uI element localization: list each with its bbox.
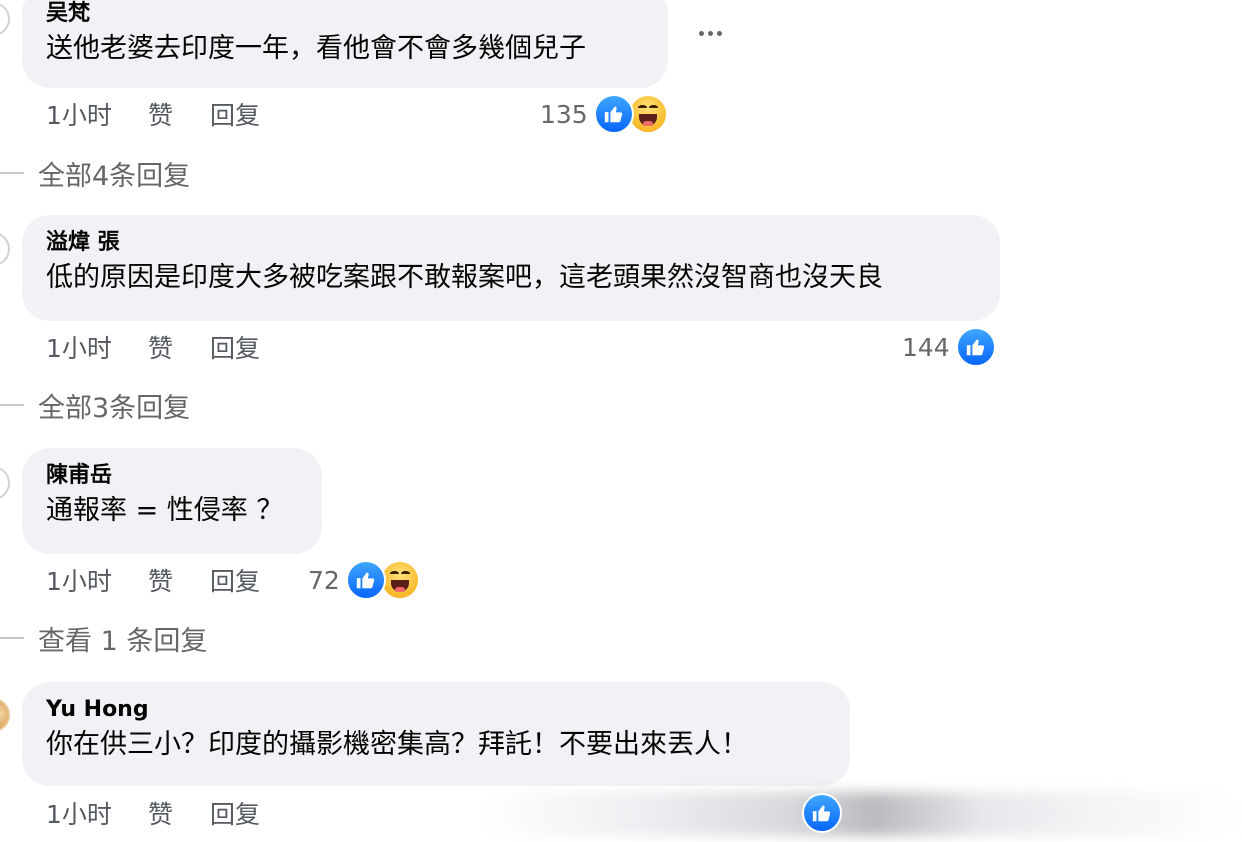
like-button[interactable]: 赞 [148,562,210,598]
like-button[interactable]: 赞 [148,329,210,365]
blurred-overlay [480,792,1240,836]
comment-actions: 1小时 赞 回复 [46,563,260,597]
reply-button[interactable]: 回复 [210,96,260,132]
reply-thread-line [0,637,24,639]
comment-author[interactable]: 陳甫岳 [46,462,298,490]
comment-avatar[interactable] [0,466,10,500]
like-icon [955,327,996,367]
more-options-icon[interactable] [690,18,730,48]
comment-avatar[interactable] [0,698,10,732]
like-button[interactable]: 赞 [148,96,210,132]
comment-author[interactable]: 溢煒 張 [46,229,976,257]
comment-text: 低的原因是印度大多被吃案跟不敢報案吧，這老頭果然沒智商也沒天良 [46,262,883,293]
comment-bubble: Yu Hong 你在供三小？印度的攝影機密集高？拜託！不要出來丟人！ [22,682,850,786]
like-icon [345,560,386,600]
haha-icon [627,94,668,134]
comment-actions: 1小时 赞 回复 [46,97,260,131]
comment-text: 送他老婆去印度一年，看他會不會多幾個兒子 [46,33,586,64]
view-replies-label: 全部3条回复 [38,392,191,424]
reaction-summary[interactable]: 72 [308,560,420,600]
comment-timestamp[interactable]: 1小时 [46,96,148,132]
comment-actions: 1小时 赞 回复 [46,796,260,830]
reply-thread-line [0,172,24,174]
reaction-count: 72 [308,565,340,595]
comment-timestamp[interactable]: 1小时 [46,795,148,831]
like-icon [593,94,634,134]
view-replies-label: 全部4条回复 [38,160,191,192]
comment-avatar[interactable] [0,2,10,36]
reaction-count: 144 [902,332,950,362]
like-button[interactable]: 赞 [148,795,210,831]
view-replies-label: 查看 1 条回复 [38,625,208,657]
reaction-count: 135 [540,99,588,129]
comment-bubble: 吴梵 送他老婆去印度一年，看他會不會多幾個兒子 [22,0,668,88]
comment-avatar[interactable] [0,232,10,266]
like-icon [802,793,842,833]
reply-thread-line [0,404,24,406]
comment-bubble: 溢煒 張 低的原因是印度大多被吃案跟不敢報案吧，這老頭果然沒智商也沒天良 [22,215,1000,321]
reaction-summary[interactable]: 144 [902,327,996,367]
comment-bubble: 陳甫岳 通報率 = 性侵率 ？ [22,448,322,554]
reaction-summary[interactable] [802,793,842,833]
reply-button[interactable]: 回复 [210,562,260,598]
reaction-summary[interactable]: 135 [540,94,668,134]
comment-timestamp[interactable]: 1小时 [46,329,148,365]
view-replies-link[interactable]: 查看 1 条回复 [0,620,208,657]
comment-text: 你在供三小？印度的攝影機密集高？拜託！不要出來丟人！ [46,729,748,760]
view-replies-link[interactable]: 全部4条回复 [0,155,191,192]
comment-text: 通報率 = 性侵率 ？ [46,495,284,526]
reply-button[interactable]: 回复 [210,795,260,831]
comment-timestamp[interactable]: 1小时 [46,562,148,598]
reply-button[interactable]: 回复 [210,329,260,365]
view-replies-link[interactable]: 全部3条回复 [0,387,191,424]
comment-author[interactable]: 吴梵 [46,0,644,28]
comment-author[interactable]: Yu Hong [46,696,826,724]
haha-icon [379,560,420,600]
comment-actions: 1小时 赞 回复 [46,330,260,364]
